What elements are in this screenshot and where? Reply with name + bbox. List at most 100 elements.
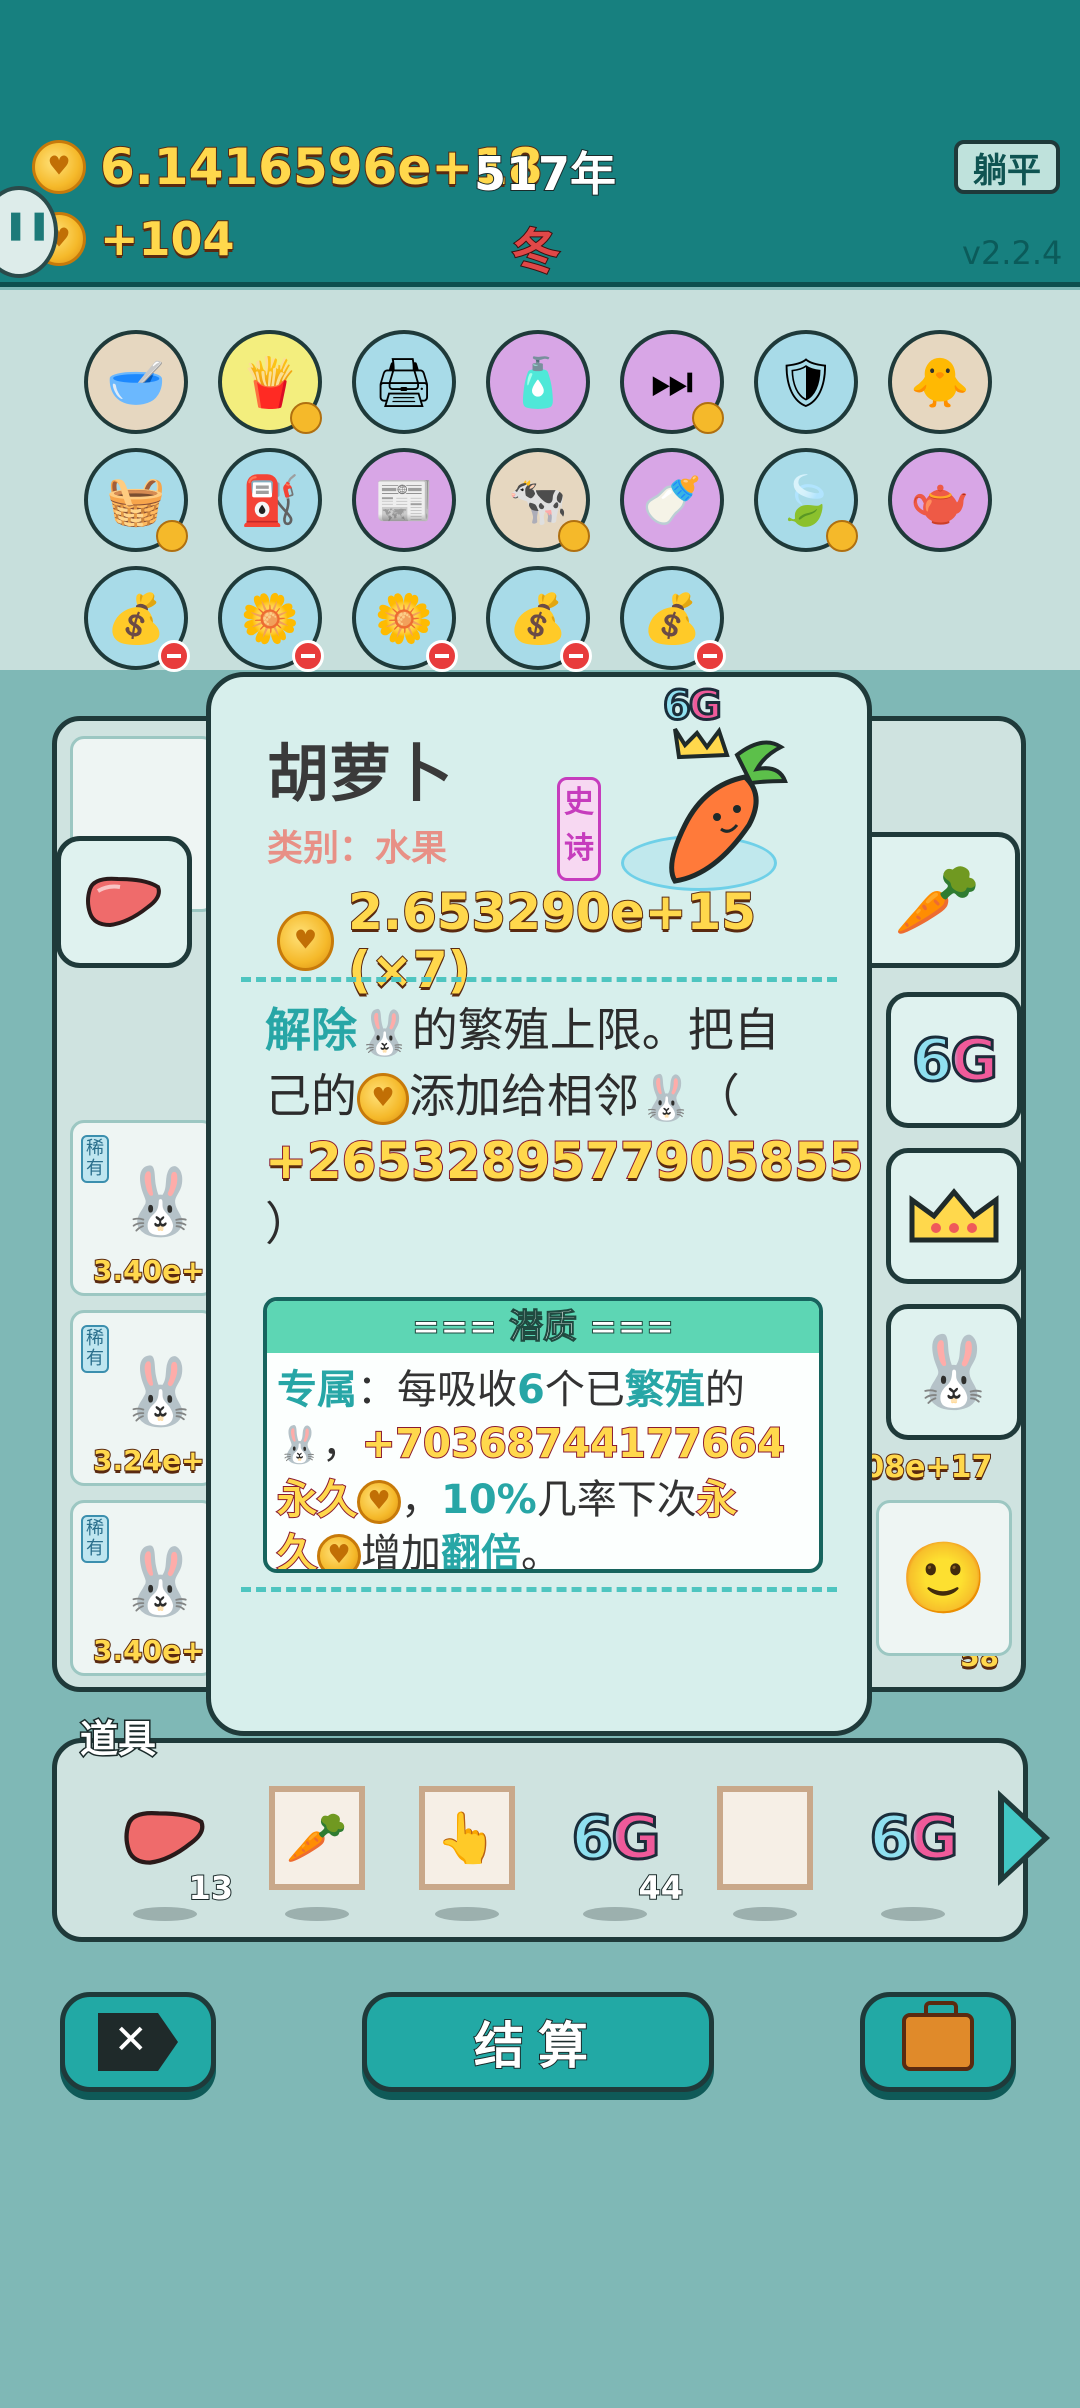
6g-tab[interactable]: 6G [886, 992, 1022, 1128]
6g-icon: 6G [570, 1802, 662, 1875]
year-label: 517年 [473, 146, 617, 202]
cell-value: 3.24e+ [92, 1443, 206, 1478]
desc-keyword: 解除 [265, 1003, 357, 1057]
tool-6g[interactable]: 6G [863, 1783, 963, 1921]
fries-icon[interactable]: 🍟 [218, 330, 322, 434]
pot-keyword: 繁殖 [624, 1367, 705, 1413]
pot-percent: 10% [441, 1477, 537, 1523]
divider [241, 1587, 837, 1592]
season-label: 冬 [511, 223, 561, 281]
tool-empty-frame[interactable] [715, 1783, 815, 1921]
coin-icon [277, 911, 335, 971]
bunny-icon: 🐰 [357, 1007, 412, 1059]
briefcase-icon [902, 2001, 974, 2071]
lie-flat-button[interactable]: 躺平 [954, 140, 1060, 194]
tool-pointing-hand[interactable]: 👆 [417, 1783, 517, 1921]
tool-carrot[interactable]: 🥕 [267, 1783, 367, 1921]
briefcase-button[interactable] [860, 1992, 1016, 2092]
sack-icon[interactable]: 💰 [84, 566, 190, 672]
rarity-badge: 稀有 [81, 1325, 109, 1373]
close-button[interactable] [60, 1992, 216, 2092]
board-cell[interactable]: 稀有 🐰 3.40e+ [70, 1500, 216, 1676]
coins-rate-row: +104 [32, 211, 236, 267]
tool-liver[interactable]: 13 [115, 1783, 234, 1921]
potion-100-icon[interactable]: 🧴 [486, 330, 590, 434]
tool-6g[interactable]: 6G 44 [565, 1783, 684, 1921]
pot-number: +70368744177664 [361, 1420, 786, 1468]
potential-text: 专属：每吸收6个已繁殖的 🐰，+70368744177664 永久，10%几率下… [267, 1353, 819, 1573]
shield-wrench-icon[interactable]: 🛡 [754, 330, 858, 434]
dog-bowl-icon[interactable]: 🥣 [84, 330, 188, 434]
carrot-icon: 🥕 [285, 1808, 349, 1867]
board-cell[interactable]: 🙂 [876, 1500, 1012, 1656]
settle-label: 结算 [473, 2016, 602, 2076]
chick-egg-icon[interactable]: 🐥 [888, 330, 992, 434]
printer-icon[interactable]: 🖨 [352, 330, 456, 434]
6g-icon: 6G [911, 1025, 1000, 1096]
liver-icon [124, 1810, 205, 1865]
crown-tab[interactable] [886, 1148, 1022, 1284]
daffodil-icon[interactable]: 🌼 [218, 566, 324, 672]
pot-keyword: 专属 [277, 1367, 357, 1413]
daffodil-icon[interactable]: 🌼 [352, 566, 458, 672]
carrot-icon: 🥕 [893, 858, 982, 941]
liver-tab[interactable] [56, 836, 192, 968]
pointing-hand-icon: 👆 [435, 1808, 499, 1867]
carrot-tab[interactable]: 🥕 [860, 832, 1020, 968]
pot-text: 增加 [361, 1531, 441, 1573]
top-bar: 6.1416596e+18 +104 517年 冬 躺平 v2.2.4 [0, 0, 1080, 287]
rarity-badge: 稀有 [81, 1515, 109, 1563]
coin-icon [357, 1480, 401, 1524]
item-title: 胡萝卜 [267, 737, 454, 810]
6g-icon: 6G [868, 1802, 960, 1875]
coin-icon [317, 1534, 361, 1569]
bunny-icon: 🐰 [119, 1353, 202, 1430]
background-pattern [0, 2120, 1080, 2408]
cow-twins-icon[interactable]: 🐄 [486, 448, 590, 552]
pot-keyword: 永 [696, 1476, 738, 1524]
pot-count: 6 [517, 1367, 545, 1413]
pot-keyword: 永久 [276, 1476, 358, 1524]
tool-count: 13 [187, 1868, 234, 1908]
crown-icon [909, 1188, 999, 1243]
coins-total-row: 6.1416596e+18 [32, 137, 544, 197]
liver-icon [86, 876, 161, 928]
cell-value: .08e+17 [851, 1449, 993, 1486]
coin-icon [357, 1073, 409, 1125]
breast-pump-icon[interactable]: 🍼 [620, 448, 724, 552]
sack-icon[interactable]: 💰 [620, 566, 726, 672]
pump-icon[interactable]: ⛽ [218, 448, 322, 552]
tools-bar: 13 🥕 👆 6G 44 6G [52, 1738, 1028, 1942]
bunny-icon: 🐰 [119, 1543, 202, 1620]
coin-icon [32, 140, 86, 194]
pot-text: 的 [704, 1367, 745, 1413]
coins-rate: +104 [99, 211, 236, 267]
potential-box: === 潜质 === 专属：每吸收6个已繁殖的 🐰，+7036874417766… [263, 1297, 823, 1573]
bunny-icon: 🐰 [277, 1425, 322, 1466]
rarity-badge: 稀有 [81, 1135, 109, 1183]
board-cell[interactable]: 稀有 🐰 3.40e+ [70, 1120, 216, 1296]
settle-button[interactable]: 结算 [362, 1992, 714, 2092]
version-label: v2.2.4 [962, 234, 1063, 272]
leaf-icon[interactable]: 🍃 [754, 448, 858, 552]
next-arrow-icon[interactable] [998, 1790, 1050, 1886]
cell-value: 3.40e+ [92, 1633, 206, 1668]
skip-icon[interactable]: ⏭ [620, 330, 724, 434]
pot-keyword: 翻倍 [441, 1531, 521, 1573]
pot-text: 个已 [544, 1367, 625, 1413]
item-shelf: 🥣 🍟 🖨 🧴 ⏭ 🛡 🐥 🧺 ⛽ 📰 🐄 🍼 🍃 🫖 💰 🌼 🌼 💰 💰 [0, 290, 1080, 672]
fruit-basket-icon[interactable]: 🧺 [84, 448, 188, 552]
pot-text: 几率下次 [536, 1477, 697, 1523]
pot-text: ， [321, 1421, 362, 1467]
item-description: 解除🐰的繁殖上限。把自己的添加给相邻🐰（ +2653289577905855 ） [264, 999, 865, 1255]
gravy-boat-icon[interactable]: 🫖 [888, 448, 992, 552]
item-category: 类别：水果 [267, 828, 448, 869]
time-magazine-icon[interactable]: 📰 [352, 448, 456, 552]
tools-label: 道具 [78, 1716, 157, 1763]
cell-value: 3.40e+ [92, 1253, 206, 1288]
board-cell[interactable]: 稀有 🐰 3.24e+ [70, 1310, 216, 1486]
pot-text: 。 [521, 1531, 561, 1573]
carrot-icon [669, 726, 788, 884]
sack-icon[interactable]: 💰 [486, 566, 592, 672]
bunny-tab[interactable]: 🐰 [886, 1304, 1022, 1440]
